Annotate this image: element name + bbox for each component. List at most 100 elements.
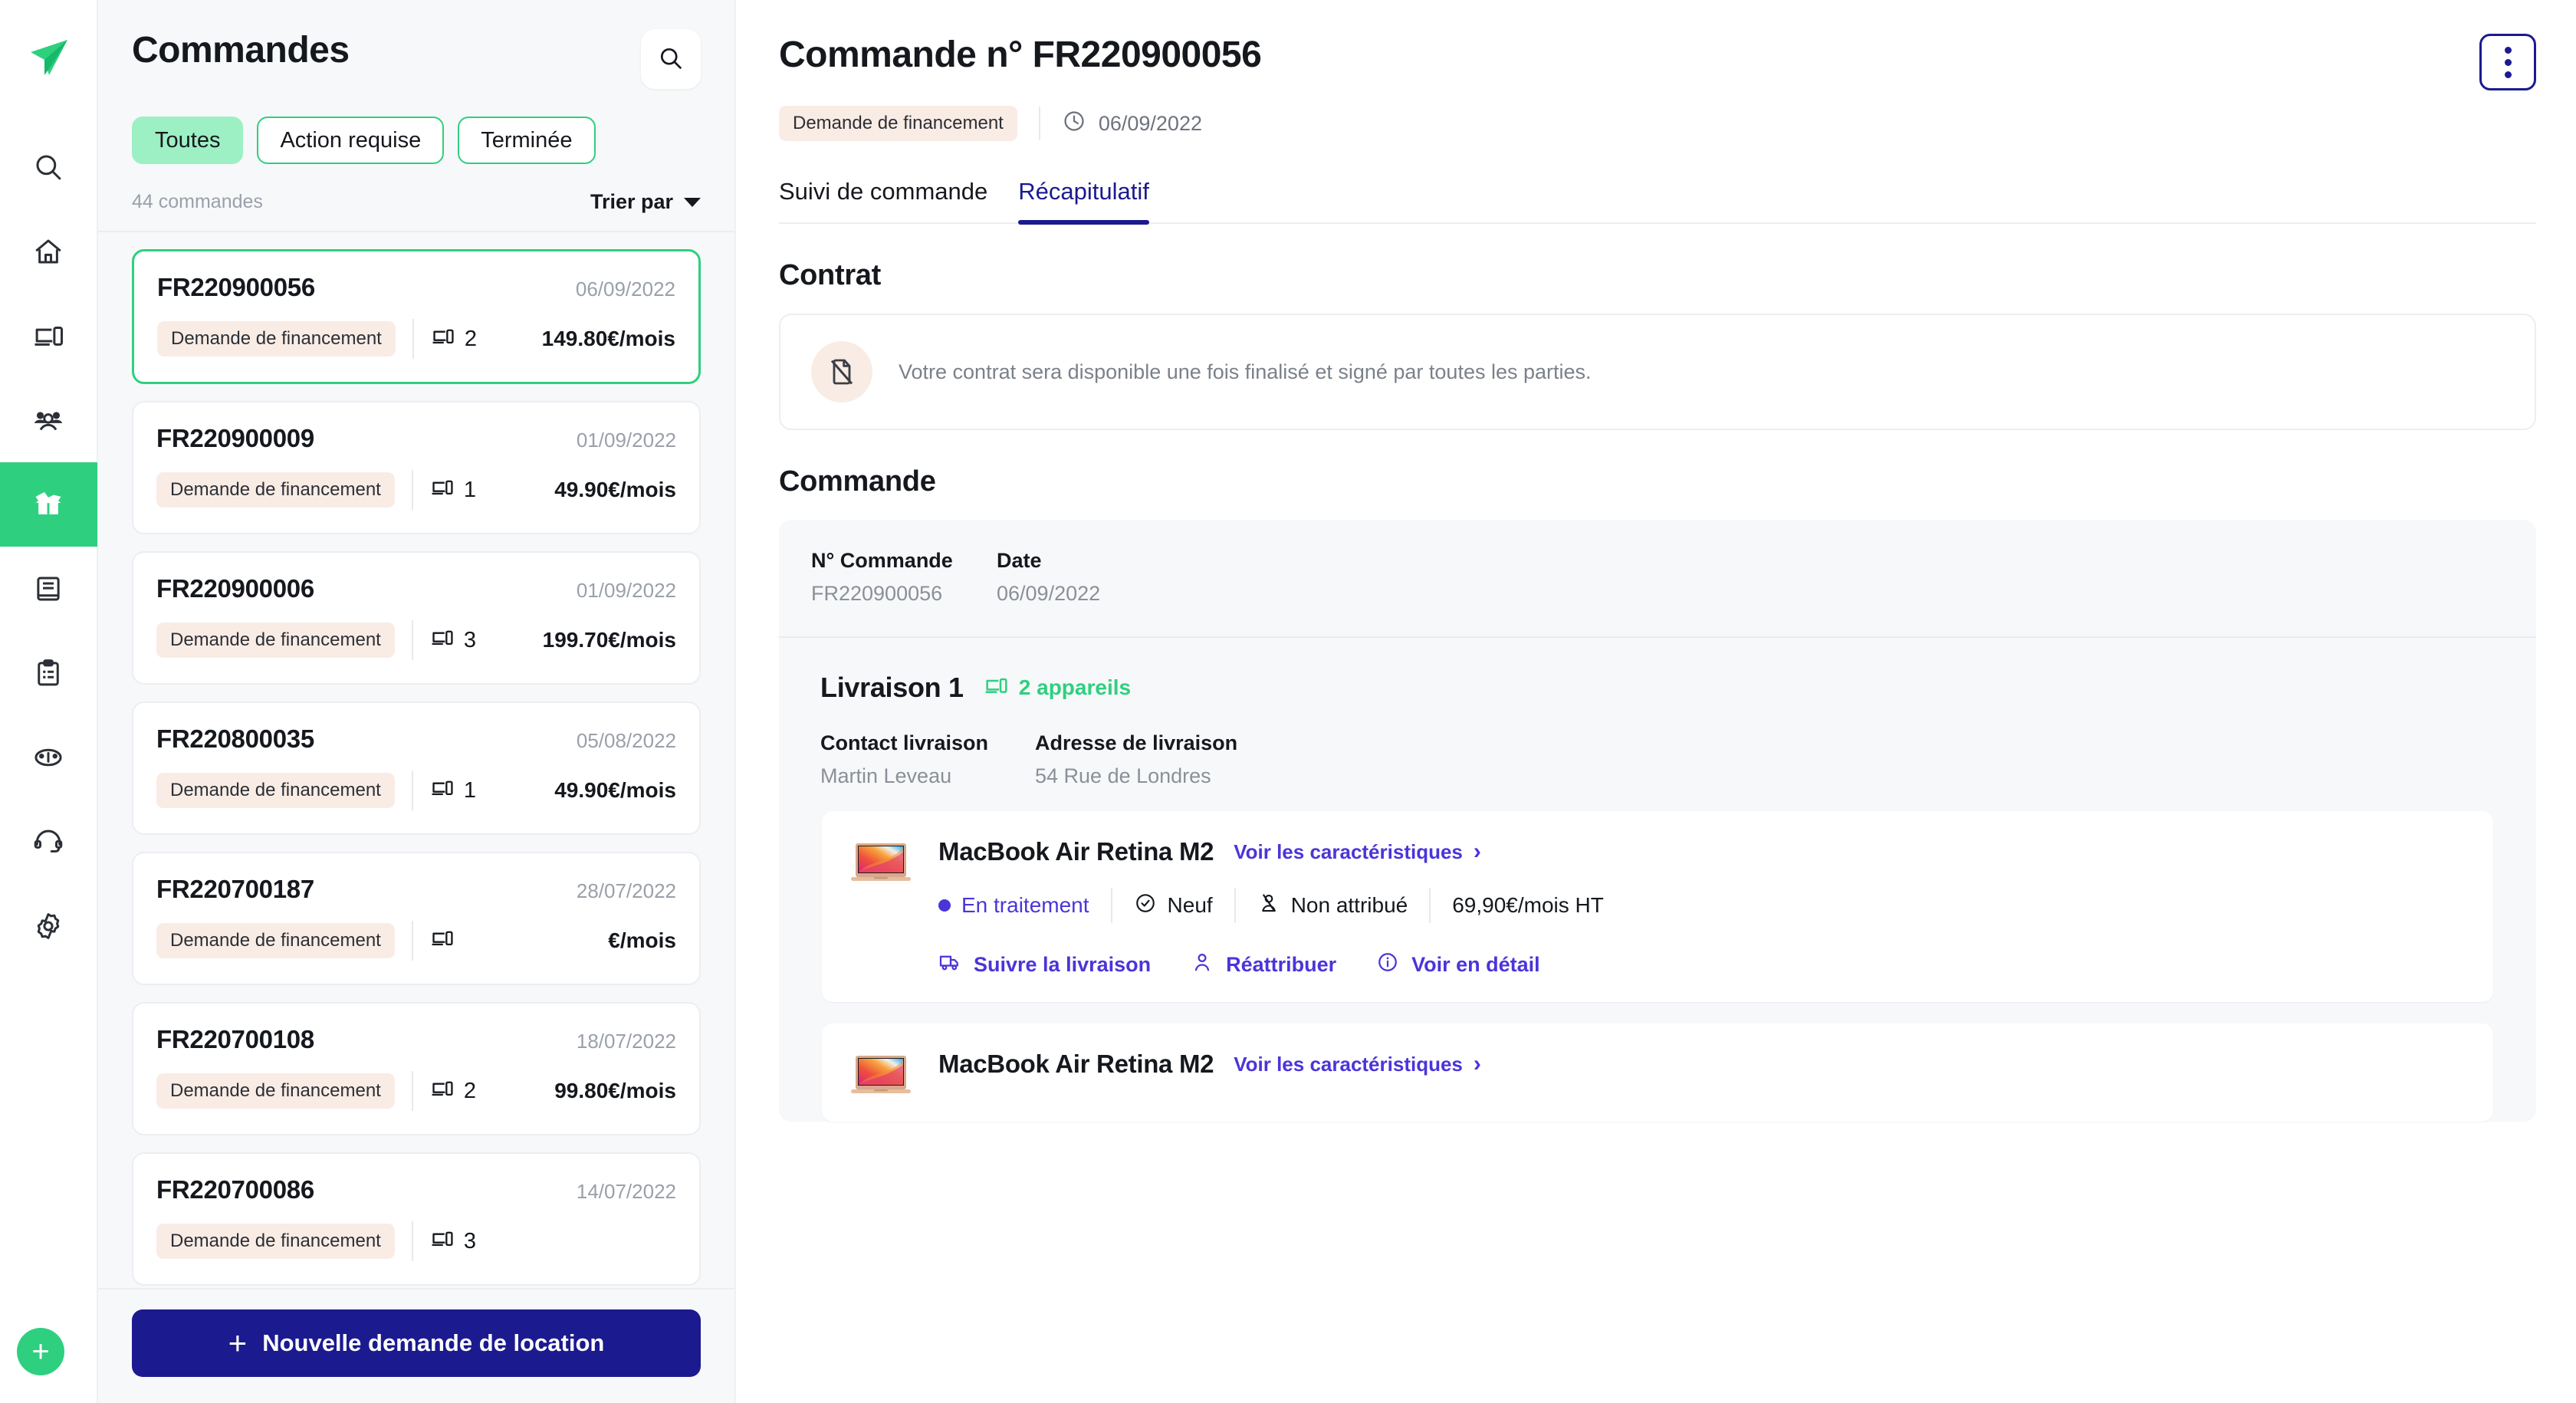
tab-suivi-de-commande[interactable]: Suivi de commande xyxy=(779,178,987,222)
device-count: 1 xyxy=(430,475,476,505)
status-badge: Demande de financement xyxy=(157,321,396,356)
field-label: Contact livraison xyxy=(820,731,989,754)
order-card-top: FR220900006 01/09/2022 xyxy=(156,574,676,603)
field-value: Martin Leveau xyxy=(820,764,952,787)
status-badge: Demande de financement xyxy=(156,1073,395,1109)
product-card[interactable]: MacBook Air Retina M2 Voir les caractéri… xyxy=(822,811,2493,1002)
sidebar-item-search[interactable] xyxy=(0,125,97,209)
sidebar-item-requests[interactable] xyxy=(0,631,97,715)
plus-icon: + xyxy=(228,1325,248,1361)
track-delivery-action[interactable]: Suivre la livraison xyxy=(938,951,1151,979)
orders-list-footer: + Nouvelle demande de location xyxy=(98,1288,734,1403)
order-card[interactable]: FR220700187 28/07/2022 Demande de financ… xyxy=(132,852,701,985)
status-badge: Demande de financement xyxy=(156,1224,395,1259)
sidebar-item-users[interactable] xyxy=(0,378,97,462)
icon-rail: + xyxy=(0,0,98,1403)
order-card[interactable]: FR220700086 14/07/2022 Demande de financ… xyxy=(132,1152,701,1286)
macbook-air-thumbnail-icon xyxy=(849,842,912,886)
filter-pill-toutes[interactable]: Toutes xyxy=(132,117,244,164)
divider xyxy=(411,770,413,810)
field-value: FR220900056 xyxy=(811,582,943,605)
more-vertical-icon-button[interactable] xyxy=(2479,34,2536,90)
sidebar-item-catalog[interactable] xyxy=(0,547,97,631)
order-card-bottom: Demande de financement 2 99.80€/mois xyxy=(156,1071,676,1111)
order-card-top: FR220700187 28/07/2022 xyxy=(156,875,676,904)
tab-recapitulatif[interactable]: Récapitulatif xyxy=(1018,178,1149,225)
order-detail-title: Commande n° FR220900056 xyxy=(779,34,1262,75)
product-status: En traitement xyxy=(938,893,1089,918)
product-main: MacBook Air Retina M2 Voir les caractéri… xyxy=(938,837,2466,979)
order-id: FR220900006 xyxy=(156,574,314,603)
sidebar-item-support[interactable] xyxy=(0,800,97,884)
order-date: 14/07/2022 xyxy=(576,1180,676,1203)
device-count-value: 2 xyxy=(464,326,477,351)
order-price: 49.90€/mois xyxy=(554,478,676,501)
device-count-value: 3 xyxy=(463,627,476,652)
search-button[interactable] xyxy=(641,29,701,89)
new-rental-request-button[interactable]: + Nouvelle demande de location xyxy=(132,1309,701,1377)
product-name: MacBook Air Retina M2 xyxy=(938,1050,1214,1078)
device-count-value: 1 xyxy=(463,477,476,502)
sidebar-item-devices[interactable] xyxy=(0,294,97,378)
order-id: FR220800035 xyxy=(156,724,314,753)
view-detail-action[interactable]: Voir en détail xyxy=(1376,951,1540,979)
search-icon xyxy=(32,151,64,183)
order-card[interactable]: FR220900006 01/09/2022 Demande de financ… xyxy=(132,551,701,685)
detail-tabs: Suivi de commande Récapitulatif xyxy=(779,178,2536,225)
order-card[interactable]: FR220900009 01/09/2022 Demande de financ… xyxy=(132,401,701,534)
order-card-bottom: Demande de financement €/mois xyxy=(156,921,676,961)
order-date: 18/07/2022 xyxy=(576,1030,676,1053)
delivery-device-count-label: 2 appareils xyxy=(1018,675,1132,699)
device-count-value: 2 xyxy=(463,1078,476,1103)
sidebar-item-settings[interactable] xyxy=(0,884,97,968)
order-detail-header: Commande n° FR220900056 xyxy=(779,34,2536,90)
order-card[interactable]: FR220900056 06/09/2022 Demande de financ… xyxy=(132,249,701,384)
clock-icon xyxy=(1062,109,1086,139)
order-card-bottom: Demande de financement 3 xyxy=(156,1221,676,1261)
order-date: 06/09/2022 xyxy=(575,278,675,301)
chevron-down-icon xyxy=(684,197,701,207)
status-badge: Demande de financement xyxy=(156,773,395,808)
product-card[interactable]: MacBook Air Retina M2 Voir les caractéri… xyxy=(822,1024,2493,1122)
field-value: 06/09/2022 xyxy=(997,582,1101,605)
order-date: 01/09/2022 xyxy=(576,429,676,452)
info-icon xyxy=(1376,951,1399,979)
product-specs-link[interactable]: Voir les caractéristiques › xyxy=(1234,1053,1481,1076)
filter-pill-action-requise[interactable]: Action requise xyxy=(257,117,445,164)
order-date: 01/09/2022 xyxy=(576,579,676,602)
book-icon xyxy=(32,573,64,605)
delivery-fields: Contact livraison Martin Leveau Adresse … xyxy=(811,704,2504,811)
devices-icon xyxy=(430,475,454,505)
product-specs-link[interactable]: Voir les caractéristiques › xyxy=(1234,840,1481,864)
order-date: 05/08/2022 xyxy=(576,729,676,752)
filter-pills: Toutes Action requise Terminée xyxy=(98,89,734,164)
divider xyxy=(1234,888,1236,923)
reassign-action[interactable]: Réattribuer xyxy=(1191,951,1336,979)
orders-card-list[interactable]: FR220900056 06/09/2022 Demande de financ… xyxy=(98,232,734,1288)
order-id: FR220900009 xyxy=(156,424,314,452)
sidebar-item-home[interactable] xyxy=(0,209,97,294)
devices-icon xyxy=(430,776,454,806)
order-card[interactable]: FR220800035 05/08/2022 Demande de financ… xyxy=(132,702,701,835)
sidebar-item-dashboard[interactable] xyxy=(0,715,97,800)
product-price: 69,90€/mois HT xyxy=(1452,893,1604,917)
track-delivery-label: Suivre la livraison xyxy=(974,953,1152,976)
device-count: 1 xyxy=(430,776,476,806)
order-id: FR220900056 xyxy=(157,273,315,301)
add-fab-button[interactable]: + xyxy=(17,1328,64,1375)
device-count-value: 1 xyxy=(463,777,476,803)
app-logo-paperplane-icon[interactable] xyxy=(26,35,71,84)
field-value: 54 Rue de Londres xyxy=(1035,764,1211,787)
sort-by-dropdown[interactable]: Trier par xyxy=(590,190,701,214)
gear-icon xyxy=(32,910,64,942)
sidebar-item-orders[interactable] xyxy=(0,462,97,547)
product-specs-label: Voir les caractéristiques xyxy=(1234,840,1463,863)
home-icon xyxy=(32,235,64,268)
order-card[interactable]: FR220700108 18/07/2022 Demande de financ… xyxy=(132,1002,701,1135)
filter-pill-terminee[interactable]: Terminée xyxy=(458,117,596,164)
divider xyxy=(1429,888,1431,923)
dot xyxy=(2504,58,2512,66)
device-count-value: 3 xyxy=(463,1228,476,1254)
product-assignment: Non attribué xyxy=(1257,892,1408,920)
status-badge: Demande de financement xyxy=(156,623,395,658)
